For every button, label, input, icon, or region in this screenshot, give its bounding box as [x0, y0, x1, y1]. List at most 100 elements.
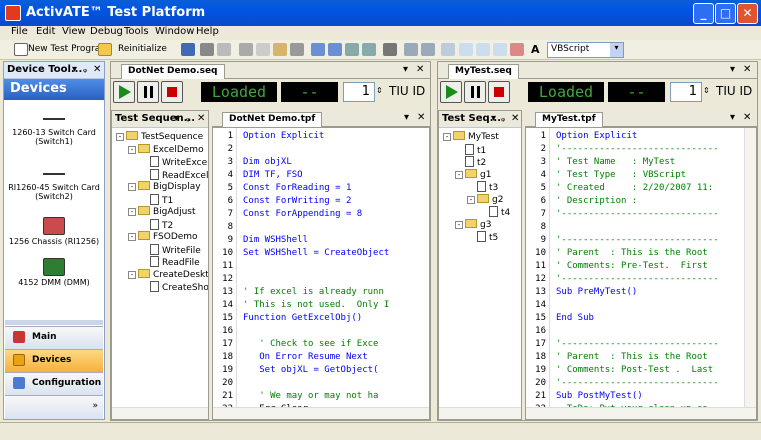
- tree-folder[interactable]: - MyTest: [443, 131, 499, 142]
- tree-item[interactable]: WriteExcel: [140, 156, 208, 168]
- pin-icon[interactable]: ᵩ: [83, 64, 87, 75]
- panel-dropdown-icon[interactable]: ▾: [174, 113, 179, 124]
- nav-devices[interactable]: Devices: [5, 349, 103, 372]
- tab-mytest-seq[interactable]: MyTest.seq: [448, 64, 519, 79]
- pause-button[interactable]: [464, 81, 486, 103]
- tree-item[interactable]: WriteFile: [140, 243, 201, 256]
- tree-item[interactable]: t3: [467, 181, 498, 193]
- device-toolbox-tab[interactable]: Device Tool...: [7, 64, 82, 75]
- chevron-right-icon[interactable]: »: [92, 401, 98, 411]
- collapse-icon[interactable]: -: [128, 183, 136, 191]
- save-icon[interactable]: [181, 43, 195, 56]
- test-sequence-tab[interactable]: Test Sequen...: [115, 113, 195, 124]
- tree-item[interactable]: T2: [140, 218, 173, 231]
- binoculars-icon[interactable]: [383, 43, 397, 56]
- bookmark-icon[interactable]: [459, 43, 473, 56]
- device-item[interactable]: 4152 DMM (DMM): [4, 258, 104, 287]
- tab-mytest-tpf[interactable]: MyTest.tpf: [535, 112, 603, 127]
- collapse-icon[interactable]: -: [455, 220, 463, 229]
- tree-item[interactable]: CreateSho: [140, 281, 208, 293]
- collapse-icon[interactable]: -: [467, 195, 475, 204]
- tree-item[interactable]: ReadExcel: [140, 168, 208, 181]
- code-editor[interactable]: 1 Option Explicit 2 '----------------------…: [525, 127, 757, 420]
- tree-folder[interactable]: - g1: [455, 168, 491, 180]
- tree-folder[interactable]: - TestSequence: [116, 131, 203, 142]
- tree-folder[interactable]: - BigAdjust: [128, 206, 196, 217]
- tab-close-icon[interactable]: ✕: [416, 64, 424, 75]
- code-editor[interactable]: 1 Option Explicit 2 3 Dim objXL 4 DIM TF, FSO 5…: [212, 127, 430, 420]
- tab-close-icon[interactable]: ✕: [417, 112, 425, 123]
- tab-dropdown-icon[interactable]: ▾: [730, 64, 735, 75]
- nav-main[interactable]: Main: [5, 326, 103, 349]
- tree-item[interactable]: T1: [140, 193, 173, 206]
- tree-folder[interactable]: - g3: [455, 218, 491, 230]
- close-button[interactable]: ✕: [737, 3, 758, 24]
- pin-icon[interactable]: ᵩ: [186, 113, 190, 124]
- collapse-icon[interactable]: -: [128, 233, 136, 241]
- device-item[interactable]: 1256 Chassis (RI1256): [4, 217, 104, 246]
- paste-icon[interactable]: [273, 43, 287, 56]
- redo-icon[interactable]: [328, 43, 342, 56]
- tree-folder[interactable]: - g2: [467, 193, 503, 205]
- pause-button[interactable]: [137, 81, 159, 103]
- comment-icon[interactable]: [441, 43, 455, 56]
- horizontal-scrollbar[interactable]: [439, 407, 521, 419]
- stop-button[interactable]: [488, 81, 510, 103]
- tree-item[interactable]: ReadFile: [140, 256, 200, 268]
- vertical-scrollbar[interactable]: [744, 128, 756, 408]
- tree-item[interactable]: t2: [455, 156, 486, 168]
- tab-close-icon[interactable]: ✕: [743, 64, 751, 75]
- tab-dropdown-icon[interactable]: ▾: [403, 64, 408, 75]
- tiu-count-input[interactable]: 1: [343, 82, 375, 102]
- splitter[interactable]: [5, 320, 103, 325]
- delete-icon[interactable]: [290, 43, 304, 56]
- search-icon[interactable]: [510, 43, 524, 56]
- spin-icon[interactable]: ⇕: [376, 86, 383, 95]
- menu-help[interactable]: Help: [196, 26, 219, 37]
- menu-edit[interactable]: Edit: [36, 26, 55, 37]
- copy-icon[interactable]: [256, 43, 270, 56]
- menu-view[interactable]: View: [62, 26, 86, 37]
- outdent-icon[interactable]: [421, 43, 435, 56]
- panel-dropdown-icon[interactable]: ▾: [491, 113, 496, 124]
- tab-dropdown-icon[interactable]: ▾: [730, 112, 735, 123]
- tree-folder[interactable]: - FSODemo: [128, 231, 198, 242]
- panel-close-icon[interactable]: ✕: [197, 113, 205, 124]
- replace-icon[interactable]: [362, 43, 376, 56]
- reinitialize-button[interactable]: Reinitialize: [118, 44, 167, 54]
- tab-close-icon[interactable]: ✕: [743, 112, 751, 123]
- horizontal-scrollbar[interactable]: [213, 407, 429, 419]
- tree-item[interactable]: t4: [479, 206, 510, 218]
- tab-dotnet-demo-seq[interactable]: DotNet Demo.seq: [121, 64, 225, 79]
- horizontal-scrollbar[interactable]: [526, 407, 756, 419]
- tree-folder[interactable]: - CreateDesktop: [128, 268, 208, 280]
- language-select[interactable]: VBScript ▾: [547, 42, 624, 58]
- collapse-icon[interactable]: -: [116, 133, 124, 141]
- cut-icon[interactable]: [239, 43, 253, 56]
- menu-file[interactable]: File: [11, 26, 28, 37]
- stop-button[interactable]: [161, 81, 183, 103]
- window-icon[interactable]: [476, 43, 490, 56]
- nav-overflow[interactable]: »: [5, 395, 103, 419]
- collapse-icon[interactable]: -: [455, 170, 463, 179]
- panel-dropdown-icon[interactable]: ▾: [72, 64, 77, 75]
- menu-tools[interactable]: Tools: [124, 26, 149, 37]
- tree-item[interactable]: t1: [455, 143, 486, 156]
- panel-close-icon[interactable]: ✕: [93, 64, 101, 75]
- open-folder-icon[interactable]: [98, 43, 112, 56]
- collapse-icon[interactable]: -: [443, 133, 451, 141]
- collapse-icon[interactable]: -: [128, 145, 136, 154]
- maximize-button[interactable]: □: [715, 3, 736, 24]
- minimize-button[interactable]: _: [693, 3, 714, 24]
- new-test-program-button[interactable]: New Test Program: [28, 44, 109, 54]
- panel-close-icon[interactable]: ✕: [511, 113, 519, 124]
- tab-dotnet-demo-tpf[interactable]: DotNet Demo.tpf: [222, 112, 323, 127]
- device-item[interactable]: 1260-13 Switch Card (Switch1): [4, 112, 104, 146]
- nav-configuration[interactable]: Configuration: [5, 372, 103, 395]
- print-preview-icon[interactable]: [217, 43, 231, 56]
- tab-dropdown-icon[interactable]: ▾: [404, 112, 409, 123]
- collapse-icon[interactable]: -: [128, 208, 136, 216]
- print-icon[interactable]: [200, 43, 214, 56]
- tree-folder[interactable]: - BigDisplay: [128, 181, 201, 192]
- undo-icon[interactable]: [311, 43, 325, 56]
